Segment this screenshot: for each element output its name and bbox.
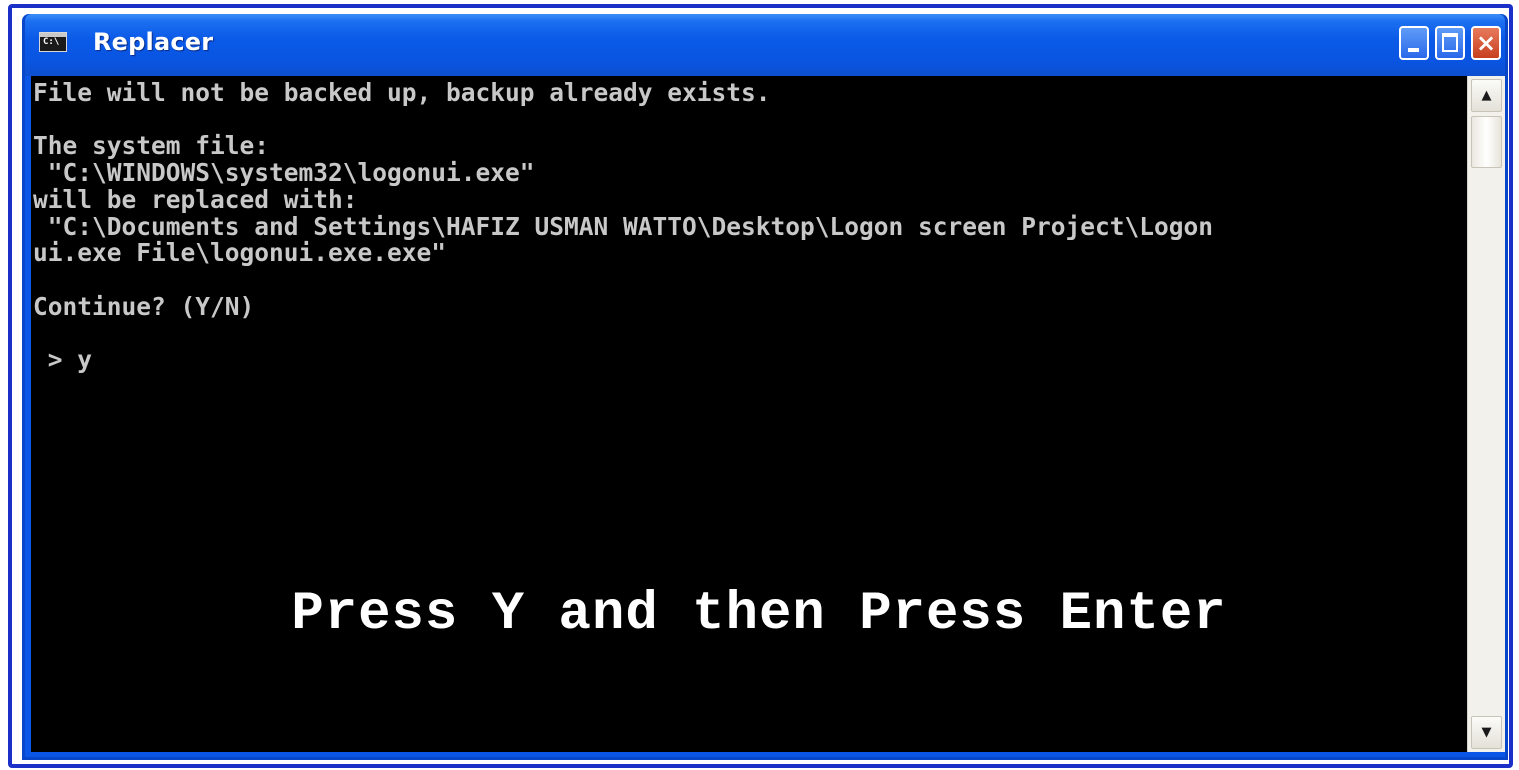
scroll-thumb[interactable] xyxy=(1471,116,1502,168)
console-icon-label: C:\ xyxy=(43,37,60,47)
scroll-down-button[interactable]: ▼ xyxy=(1471,716,1502,749)
maximize-icon xyxy=(1442,33,1458,52)
console-output[interactable]: File will not be backed up, backup alrea… xyxy=(31,76,1467,752)
console-line: "C:\WINDOWS\system32\logonui.exe" xyxy=(33,158,535,188)
minimize-button[interactable] xyxy=(1399,26,1429,60)
console-line: ui.exe File\logonui.exe.exe" xyxy=(33,238,447,268)
console-window: C:\ Replacer × File will not be backed u… xyxy=(22,14,1508,760)
vertical-scrollbar[interactable]: ▲ ▼ xyxy=(1467,76,1505,752)
console-text: File will not be backed up, backup alrea… xyxy=(33,78,1214,375)
close-button[interactable]: × xyxy=(1471,26,1501,60)
window-title: Replacer xyxy=(93,28,214,56)
console-line: will be replaced with: xyxy=(33,184,358,214)
console-line: The system file: xyxy=(33,131,270,161)
arrow-up-icon: ▲ xyxy=(1481,88,1492,103)
maximize-button[interactable] xyxy=(1435,26,1465,60)
console-line: Continue? (Y/N) xyxy=(33,291,255,321)
instruction-caption: Press Y and then Press Enter xyxy=(291,584,1227,645)
console-line: > y xyxy=(33,345,93,375)
minimize-icon xyxy=(1408,48,1419,52)
console-line: "C:\Documents and Settings\HAFIZ USMAN W… xyxy=(33,211,1214,241)
scroll-up-button[interactable]: ▲ xyxy=(1471,79,1502,112)
console-icon[interactable]: C:\ xyxy=(39,32,67,52)
console-line: File will not be backed up, backup alrea… xyxy=(33,78,771,107)
title-bar[interactable]: C:\ Replacer × xyxy=(25,14,1505,76)
arrow-down-icon: ▼ xyxy=(1481,725,1492,740)
close-icon: × xyxy=(1475,29,1497,57)
